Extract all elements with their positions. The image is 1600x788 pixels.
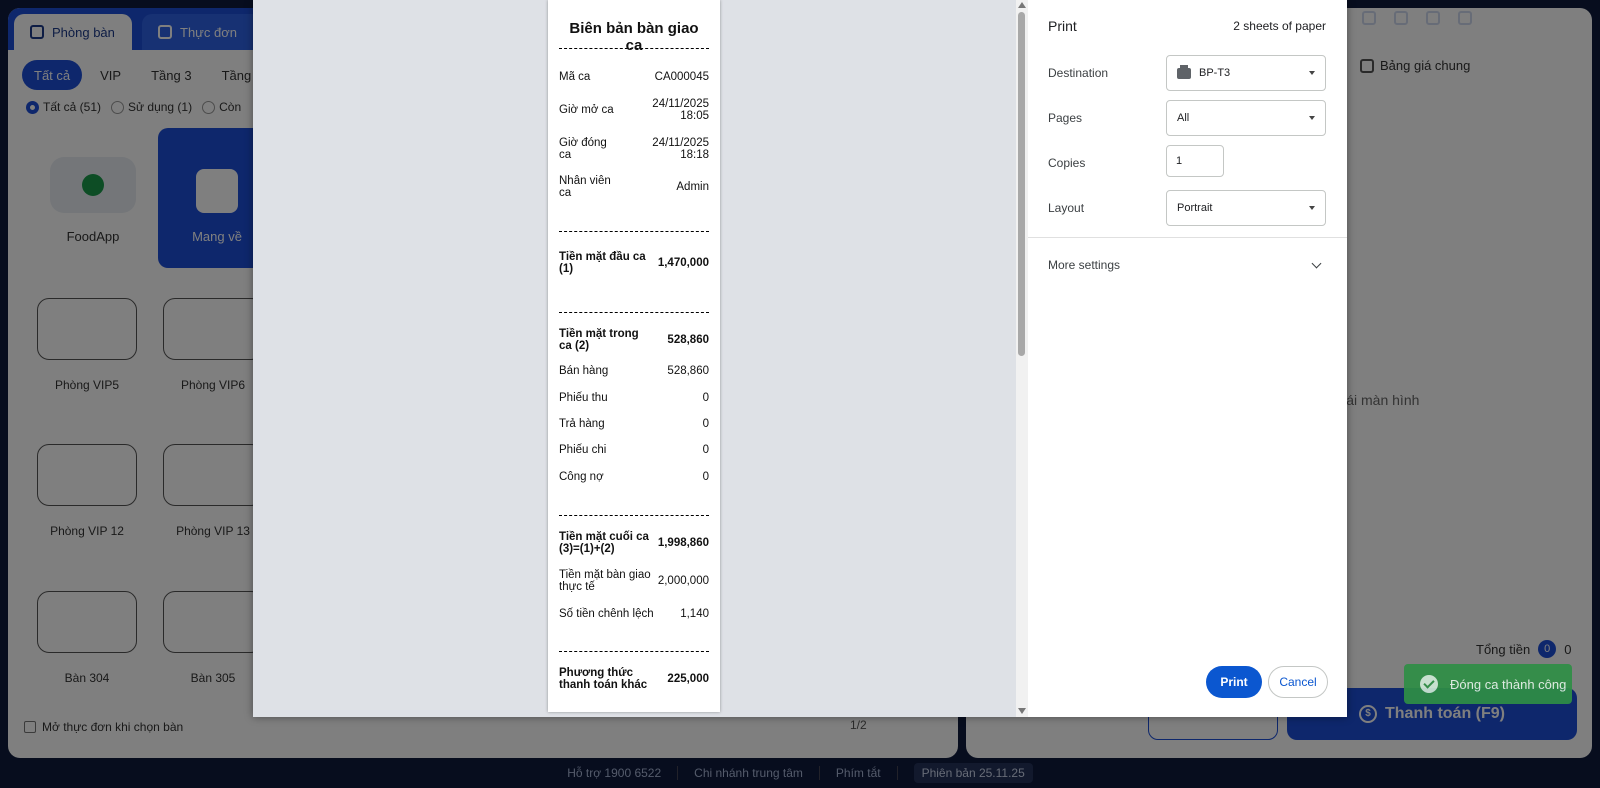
chevron-down-icon [1309, 116, 1315, 120]
layout-label: Layout [1048, 201, 1085, 215]
receipt-row-bold: Phương thức thanh toán khác 225,000 [559, 666, 709, 692]
receipt-row-bold: Tiền mặt trong ca (2) 528,860 [559, 327, 709, 353]
row-value: 2,000,000 [657, 575, 709, 587]
chevron-down-icon [1311, 258, 1322, 268]
pages-select[interactable]: All [1166, 100, 1326, 136]
pages-row: Pages All [1048, 100, 1326, 136]
row-label: Giờ đóng ca [559, 137, 607, 161]
row-label: Tiền mặt bàn giao thực tế [559, 569, 651, 593]
receipt-row: Giờ mở ca 24/11/2025 18:05 [559, 98, 709, 122]
receipt-row: Phiếu thu 0 [559, 390, 709, 406]
receipt-row: Công nợ 0 [559, 469, 709, 485]
printer-icon [1177, 64, 1191, 79]
scroll-up-arrow-icon[interactable] [1018, 2, 1026, 8]
row-label: Phiếu chi [559, 444, 607, 456]
row-label: Tiền mặt cuối ca (3)=(1)+(2) [559, 531, 649, 555]
print-header: Print 2 sheets of paper [1048, 18, 1326, 34]
row-label: Phương thức thanh toán khác [559, 667, 648, 691]
row-label: Giờ mở ca [559, 104, 614, 116]
layout-value: Portrait [1177, 202, 1213, 214]
receipt-row-bold: Tiền mặt đầu ca (1) 1,470,000 [559, 250, 709, 276]
receipt-row: Giờ đóng ca 24/11/2025 18:18 [559, 137, 709, 161]
scroll-down-arrow-icon[interactable] [1018, 708, 1026, 714]
row-label: Phiếu thu [559, 392, 608, 404]
scroll-thumb[interactable] [1018, 12, 1025, 356]
layout-select[interactable]: Portrait [1166, 190, 1326, 226]
row-value: CA000045 [654, 71, 709, 83]
row-value: 0 [702, 444, 709, 456]
pages-label: Pages [1048, 111, 1083, 125]
row-value: 225,000 [667, 673, 709, 685]
destination-row: Destination BP-T3 [1048, 55, 1326, 91]
check-circle-icon [1420, 675, 1438, 693]
print-preview: Biên bản bàn giao ca Mã ca CA000045 Giờ m… [253, 0, 1016, 717]
destination-value: BP-T3 [1199, 67, 1231, 79]
receipt-page: Biên bản bàn giao ca Mã ca CA000045 Giờ m… [548, 0, 720, 712]
destination-label: Destination [1048, 66, 1109, 80]
row-value: 528,860 [667, 365, 709, 377]
row-value: 528,860 [667, 334, 709, 346]
success-toast: Đóng ca thành công [1404, 664, 1572, 704]
receipt-row: Trả hàng 0 [559, 416, 709, 432]
row-label: Tiền mặt trong ca (2) [559, 328, 639, 352]
receipt-row: Nhân viên ca Admin [559, 175, 709, 199]
row-value: 0 [702, 392, 709, 404]
row-value: Admin [676, 181, 709, 193]
sheet-count: 2 sheets of paper [1233, 19, 1326, 33]
toast-message: Đóng ca thành công [1450, 676, 1567, 692]
chevron-down-icon [1309, 71, 1315, 75]
receipt-row: Mã ca CA000045 [559, 67, 709, 87]
receipt-row: Phiếu chi 0 [559, 442, 709, 458]
row-label: Công nợ [559, 471, 604, 483]
print-settings: Print 2 sheets of paper Destination BP-T… [1028, 0, 1347, 717]
row-label: Bán hàng [559, 365, 609, 377]
receipt-title: Biên bản bàn giao ca [569, 20, 699, 54]
row-value: 1,140 [680, 608, 709, 620]
row-value: 1,470,000 [657, 257, 709, 269]
copies-label: Copies [1048, 156, 1086, 170]
receipt-row-bold: Tiền mặt cuối ca (3)=(1)+(2) 1,998,860 [559, 530, 709, 556]
receipt-row: Số tiền chênh lệch 1,140 [559, 606, 709, 622]
receipt-row: Tiền mặt bàn giao thực tế 2,000,000 [559, 568, 709, 594]
row-label: Trả hàng [559, 418, 605, 430]
print-button[interactable]: Print [1206, 666, 1262, 698]
more-settings-label: More settings [1048, 258, 1121, 272]
print-title: Print [1048, 18, 1077, 34]
row-value: 0 [702, 418, 709, 430]
more-settings-toggle[interactable]: More settings [1048, 258, 1326, 272]
row-value: 24/11/2025 18:18 [652, 137, 709, 161]
row-value: 0 [702, 471, 709, 483]
receipt-row: Bán hàng 528,860 [559, 363, 709, 379]
chevron-down-icon [1309, 206, 1315, 210]
preview-scrollbar[interactable] [1016, 0, 1028, 717]
row-label: Tiền mặt đầu ca (1) [559, 251, 646, 275]
row-label: Số tiền chênh lệch [559, 608, 654, 620]
row-value: 1,998,860 [657, 537, 709, 549]
row-label: Nhân viên ca [559, 175, 611, 199]
copies-row: Copies 1 [1048, 145, 1326, 181]
cancel-button[interactable]: Cancel [1268, 666, 1328, 698]
print-dialog: Biên bản bàn giao ca Mã ca CA000045 Giờ m… [253, 0, 1347, 717]
row-label: Mã ca [559, 71, 591, 83]
row-value: 24/11/2025 18:05 [652, 98, 709, 122]
copies-input[interactable]: 1 [1166, 145, 1224, 177]
destination-select[interactable]: BP-T3 [1166, 55, 1326, 91]
pages-value: All [1177, 112, 1190, 124]
layout-row: Layout Portrait [1048, 190, 1326, 226]
settings-divider [1028, 237, 1347, 238]
